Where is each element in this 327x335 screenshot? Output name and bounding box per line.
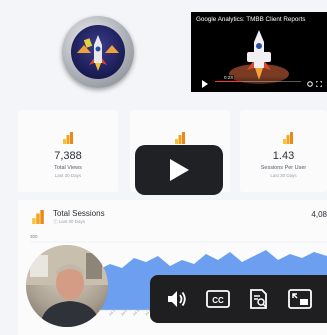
transcript-icon [250,289,268,309]
settings-icon[interactable] [307,81,313,87]
video-play-icon[interactable] [201,80,209,88]
stat-label: Sessions Per User [260,165,307,171]
svg-text:CC: CC [212,296,224,305]
captions-icon: CC [205,290,230,308]
webcam-video [26,245,108,327]
player-control-bar: CC [150,275,327,323]
video-controls [191,76,327,92]
volume-icon [167,291,186,307]
stat-card-sessions-per-user: 1.43 Sessions Per User Last 30 Days [240,110,327,192]
pip-button[interactable] [286,285,314,313]
stat-card-total-views: 7,388 Total Views Last 30 Days [18,110,118,192]
stat-sub: Last 30 Days [270,173,297,178]
play-button[interactable] [135,145,223,195]
video-progress[interactable] [215,80,301,82]
video-preview[interactable]: Google Analytics: TMBB Client Reports 0:… [191,12,327,92]
stat-label: Total Views [54,165,82,171]
stat-value: 1.43 [272,150,295,162]
captions-button[interactable]: CC [204,285,232,313]
analytics-icon [175,132,185,144]
logo-inner [71,25,125,79]
stat-sub: Last 30 Days [54,173,82,178]
stat-value: 7,388 [54,150,82,162]
logo-badge [62,16,134,88]
play-icon [170,159,189,181]
picture-in-picture-icon [288,289,313,309]
analytics-icon [283,132,293,144]
analytics-icon [63,132,73,144]
volume-button[interactable] [163,285,191,313]
fullscreen-icon[interactable] [316,81,322,87]
transcript-button[interactable] [245,285,273,313]
